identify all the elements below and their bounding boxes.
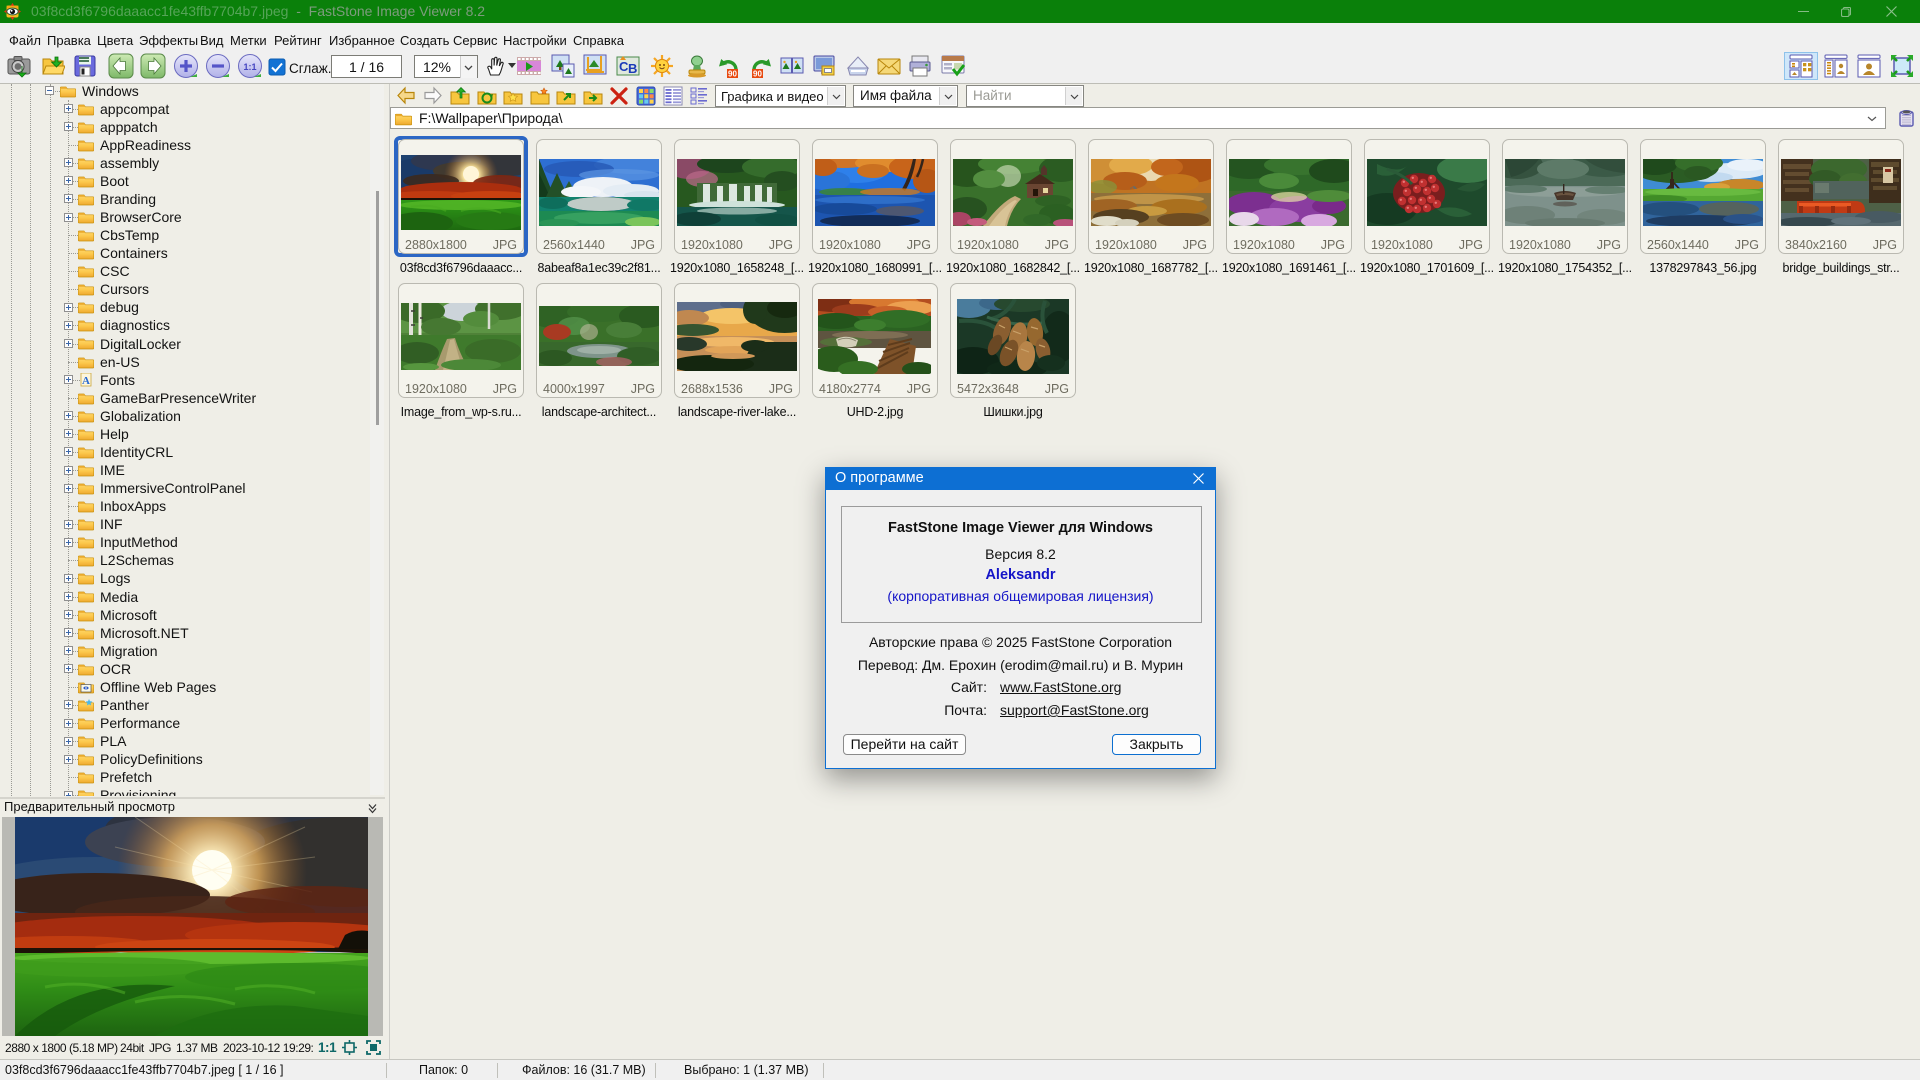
svg-text:90: 90 <box>728 70 737 79</box>
svg-text:B: B <box>628 61 637 76</box>
svg-text:90: 90 <box>753 70 762 79</box>
svg-text:1:1: 1:1 <box>243 62 256 72</box>
svg-text:A: A <box>82 375 90 387</box>
